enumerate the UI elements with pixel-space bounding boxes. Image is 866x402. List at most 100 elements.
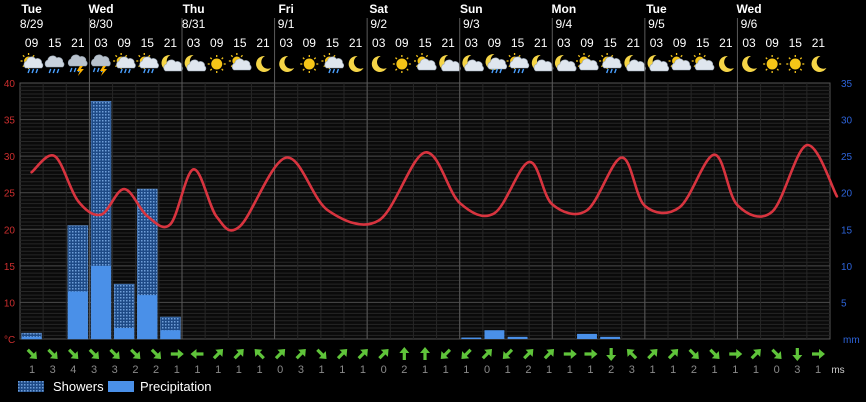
wind-arrow-shape [481,349,493,360]
rain-drop [613,68,617,74]
y-right-unit: mm [843,335,860,346]
rain-drop [127,68,131,74]
y-left-unit: °C [4,335,15,346]
sun-ray [693,54,696,58]
sun-ray [221,68,224,71]
wind-arrow-shape [523,349,534,360]
wind-arrow-shape [667,349,679,360]
wind-speed: 3 [629,364,635,376]
legend: Showers Precipitation [18,379,212,394]
wind-arrow-shape [792,348,803,361]
moon-crescent [256,55,271,72]
hour-label: 09 [25,36,39,50]
sun-ray [518,54,521,58]
sun-ray [610,54,614,58]
sun-ray [788,57,791,60]
day-date: 9/1 [278,17,295,31]
day-name: Tue [21,2,42,16]
wind-arrow-shape [688,348,699,359]
rain-drop [69,67,73,73]
sun-icon [786,55,805,73]
wind-arrow-icon [378,349,389,360]
cloud-rain-icon [44,55,65,74]
wind-arrow-icon [812,349,825,359]
day-date: 9/6 [741,17,758,31]
sun-ray [124,54,128,58]
rain-drop [56,68,60,74]
rain-drop [495,68,499,74]
wind-arrow-icon [109,348,120,359]
cloud-shape [91,54,111,67]
wind-arrow-shape [563,349,577,359]
sun-rain-icon [113,53,136,74]
rain-drop [513,68,517,74]
hour-label: 03 [279,36,293,50]
sun-ray [670,54,673,58]
hour-label: 15 [233,36,247,50]
rain-drop [332,68,336,74]
wind-speed: 3 [91,364,97,376]
rain-drop [605,68,609,74]
sun-ray [765,68,768,71]
wind-arrow-icon [606,348,617,361]
hour-label: 09 [673,36,687,50]
sun-rain-icon [20,53,44,74]
sun-ray [148,54,151,58]
sun-ray [765,57,768,60]
moon-crescent [742,55,757,72]
moon-cloud-icon [554,54,577,72]
sun-ray [115,54,118,58]
moon-cloud-icon [531,54,554,72]
sun-ray [406,68,409,71]
hour-label: 15 [511,36,525,50]
wind-speed: 1 [422,364,428,376]
moon-cloud-icon [647,54,670,72]
sun-ray [788,68,791,71]
storm-icon [67,54,88,76]
wind-speed: 1 [339,364,345,376]
sun-ray [425,54,429,58]
wind-arrow-icon [399,347,410,360]
storm-icon [91,54,111,76]
legend-precipitation-label: Precipitation [140,379,212,394]
hour-label: 09 [580,36,594,50]
wind-arrow-shape [812,349,825,359]
wind-arrow-shape [190,349,204,359]
rain-drop [119,68,123,74]
y-right-tick: 30 [841,116,853,127]
hour-label: 09 [117,36,131,50]
hour-label: 21 [719,36,733,50]
hour-label: 03 [187,36,201,50]
wind-arrow-shape [170,349,184,359]
day-name: Wed [736,2,761,16]
y-right-tick: 25 [841,152,853,163]
moon-cloud-icon [184,54,207,72]
precipitation-bar [114,328,135,339]
hour-label: 09 [210,36,224,50]
wind-speed: 2 [153,364,159,376]
wind-arrow-icon [170,349,184,359]
wind-arrow-icon [88,348,100,359]
hour-label: 21 [71,36,85,50]
rain-drop [73,67,77,73]
rain-drop [521,68,525,74]
sun-ray [138,54,141,58]
wind-arrow-shape [584,349,598,359]
wind-arrow-icon [584,349,598,359]
precipitation-bar [484,330,505,339]
y-right-tick: 20 [841,189,853,200]
wind-speed: 1 [29,364,35,376]
wind-arrow-icon [626,349,638,360]
y-right-tick: 15 [841,225,853,236]
sun-ray [323,54,326,58]
wind-speed: 2 [691,364,697,376]
wind-arrow-shape [420,347,430,360]
hour-label: 21 [534,36,548,50]
moon-rain-icon [485,53,508,74]
sun-ray [313,57,317,60]
wind-arrow-icon [274,349,286,360]
day-name: Fri [278,2,293,16]
sun-ray [302,57,305,60]
moon-icon [371,55,387,72]
sun-rain-icon [136,53,159,74]
